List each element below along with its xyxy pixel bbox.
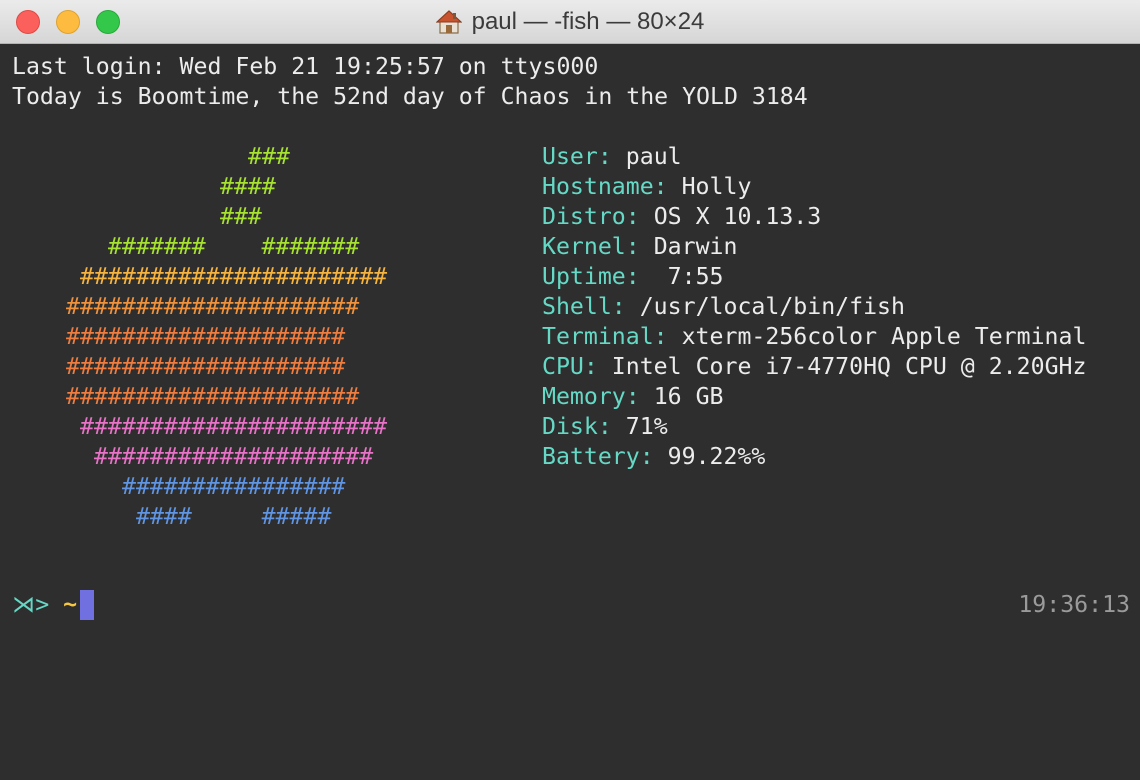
info-battery: Battery: 99.22%%: [542, 442, 765, 472]
window-title: paul — -fish — 80×24: [471, 8, 705, 35]
info-kernel: Kernel: Darwin: [542, 232, 737, 262]
info-value: 16 GB: [639, 383, 724, 410]
info-value: Darwin: [639, 233, 738, 260]
info-value: 99.22%%: [653, 443, 766, 470]
info-value: OS X 10.13.3: [639, 203, 822, 230]
info-uptime: Uptime: 7:55: [542, 262, 724, 292]
fish-prompt-icon: ⋊>: [12, 591, 50, 618]
info-disk: Disk: 71%: [542, 412, 668, 442]
info-label: User:: [542, 143, 612, 170]
info-value: Holly: [667, 173, 752, 200]
info-hostname: Hostname: Holly: [542, 172, 751, 202]
logo-line: ###: [220, 203, 262, 230]
shell-prompt: ⋊> ~: [12, 590, 77, 620]
date-line: Today is Boomtime, the 52nd day of Chaos…: [12, 83, 808, 110]
info-label: Distro:: [542, 203, 640, 230]
logo-line: ####################: [94, 443, 374, 470]
logo-line: ####### #######: [108, 233, 360, 260]
prompt-time: 19:36:13: [1018, 591, 1130, 618]
logo-line: ###: [248, 143, 290, 170]
info-label: Hostname:: [542, 173, 668, 200]
info-value: paul: [611, 143, 682, 170]
info-user: User: paul: [542, 142, 682, 172]
info-label: Kernel:: [542, 233, 640, 260]
logo-line: #####################: [66, 383, 360, 410]
info-value: xterm-256color Apple Terminal: [667, 323, 1087, 350]
info-label: Uptime:: [542, 263, 640, 290]
logo-line: #####################: [66, 293, 360, 320]
info-cpu: CPU: Intel Core i7-4770HQ CPU @ 2.20GHz: [542, 352, 1086, 382]
title-bar[interactable]: paul — -fish — 80×24: [0, 0, 1140, 44]
logo-line: ####################: [66, 323, 346, 350]
info-shell: Shell: /usr/local/bin/fish: [542, 292, 905, 322]
logo-line: ######################: [80, 263, 388, 290]
info-memory: Memory: 16 GB: [542, 382, 724, 412]
info-label: Terminal:: [542, 323, 668, 350]
logo-line: ####: [220, 173, 276, 200]
terminal-window: paul — -fish — 80×24 Last login: Wed Feb…: [0, 0, 1140, 780]
info-label: CPU:: [542, 353, 598, 380]
terminal-content[interactable]: Last login: Wed Feb 21 19:25:57 on ttys0…: [0, 44, 1140, 780]
info-distro: Distro: OS X 10.13.3: [542, 202, 821, 232]
logo-line: ####################: [66, 353, 346, 380]
info-terminal: Terminal: xterm-256color Apple Terminal: [542, 322, 1086, 352]
text-cursor[interactable]: [80, 590, 94, 620]
logo-line: #### #####: [136, 503, 332, 530]
info-value: Intel Core i7-4770HQ CPU @ 2.20GHz: [597, 353, 1087, 380]
info-label: Battery:: [542, 443, 654, 470]
home-icon: [435, 10, 462, 34]
info-label: Disk:: [542, 413, 612, 440]
info-label: Shell:: [542, 293, 626, 320]
login-line: Last login: Wed Feb 21 19:25:57 on ttys0…: [12, 53, 599, 80]
info-value: 71%: [611, 413, 668, 440]
prompt-cwd: ~: [63, 591, 78, 618]
info-value: 7:55: [639, 263, 724, 290]
window-title-container: paul — -fish — 80×24: [0, 0, 1140, 44]
info-label: Memory:: [542, 383, 640, 410]
logo-line: ################: [122, 473, 346, 500]
info-value: /usr/local/bin/fish: [625, 293, 905, 320]
logo-line: ######################: [80, 413, 388, 440]
